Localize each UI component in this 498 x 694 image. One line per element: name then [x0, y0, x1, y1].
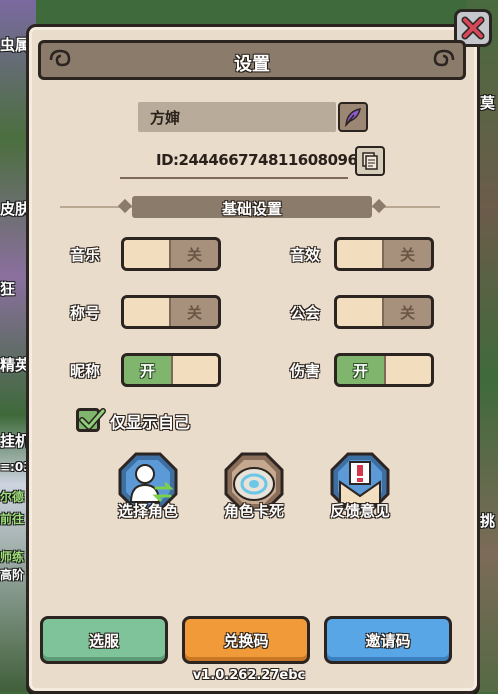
- damage-label: 伤害: [290, 362, 321, 380]
- bg-label: 莫: [480, 94, 496, 112]
- bg-label: 挑: [480, 512, 496, 530]
- bg-label: 尔德: [0, 490, 25, 504]
- select-role-label: 选择角色: [117, 502, 178, 520]
- section-title: 基础设置: [221, 200, 282, 218]
- bg-label: 高阶: [0, 568, 25, 582]
- show-only-self-label: 仅显示自己: [110, 413, 191, 432]
- feather-pen-icon: [344, 108, 361, 128]
- player-name: 方婶: [150, 109, 181, 127]
- section-header: 基础设置: [117, 196, 387, 218]
- copy-icon: [362, 152, 378, 170]
- redeem-code-button[interactable]: 兑换码: [182, 616, 310, 664]
- music-label: 音乐: [70, 246, 101, 264]
- checkmark-icon: [79, 408, 106, 430]
- music-toggle[interactable]: 关: [121, 237, 221, 271]
- damage-toggle[interactable]: 开: [334, 353, 434, 387]
- toggle-state: 关: [399, 245, 415, 264]
- toggle-state: 开: [139, 361, 155, 380]
- sfx-label: 音效: [290, 246, 321, 264]
- select-role-button[interactable]: 选择角色: [108, 452, 188, 538]
- bg-label: 狂: [0, 280, 16, 298]
- nickname-label: 昵称: [70, 362, 101, 380]
- guild-label: 公会: [290, 304, 321, 322]
- ornament-curl-icon: [433, 49, 455, 67]
- unstuck-label: 角色卡死: [223, 502, 284, 520]
- title-label: 称号: [70, 304, 101, 322]
- bg-label: 前往: [0, 512, 25, 526]
- title-bar: 设置: [38, 40, 466, 80]
- toggle-state: 关: [186, 303, 202, 322]
- toggle-state: 关: [186, 245, 202, 264]
- edit-name-button[interactable]: [338, 102, 368, 132]
- show-only-self-checkbox[interactable]: [76, 408, 106, 432]
- unstuck-button[interactable]: 角色卡死: [214, 452, 294, 538]
- copy-id-button[interactable]: [355, 146, 385, 176]
- player-name-field: 方婶: [138, 102, 336, 132]
- feedback-label: 反馈意见: [329, 502, 390, 520]
- feedback-button[interactable]: 反馈意见: [320, 452, 400, 538]
- toggle-state: 关: [399, 303, 415, 322]
- title-toggle[interactable]: 关: [121, 295, 221, 329]
- toggle-state: 开: [352, 361, 368, 380]
- guild-toggle[interactable]: 关: [334, 295, 434, 329]
- page-title: 设置: [234, 54, 270, 75]
- invite-code-button[interactable]: 邀请码: [324, 616, 452, 664]
- bg-label: 师练: [0, 550, 25, 564]
- nickname-toggle[interactable]: 开: [121, 353, 221, 387]
- version-label: v1.0.262.27ebc: [192, 668, 306, 683]
- close-icon: [461, 16, 485, 40]
- sfx-toggle[interactable]: 关: [334, 237, 434, 271]
- divider: [120, 177, 348, 179]
- player-id: ID:244466774811608096: [156, 151, 358, 169]
- server-select-button[interactable]: 选服: [40, 616, 168, 664]
